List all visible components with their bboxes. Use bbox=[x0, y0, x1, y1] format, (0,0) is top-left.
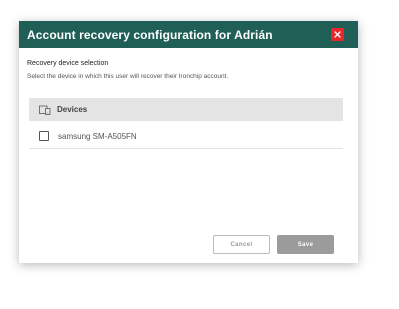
dialog-header: Account recovery configuration for Adriá… bbox=[19, 21, 358, 48]
devices-header-label: Devices bbox=[57, 105, 88, 114]
section-description: Select the device in which this user wil… bbox=[27, 73, 229, 80]
section-title: Recovery device selection bbox=[27, 60, 109, 67]
close-button[interactable] bbox=[331, 28, 344, 41]
devices-icon bbox=[39, 105, 51, 115]
device-checkbox[interactable] bbox=[39, 131, 49, 141]
recovery-dialog: Account recovery configuration for Adriá… bbox=[19, 21, 358, 263]
cancel-button[interactable]: Cancel bbox=[213, 235, 270, 254]
device-label: samsung SM-A505FN bbox=[58, 131, 137, 141]
device-row[interactable]: samsung SM-A505FN bbox=[29, 124, 343, 149]
devices-table-header: Devices bbox=[29, 98, 343, 121]
close-icon bbox=[334, 31, 341, 38]
save-button[interactable]: Save bbox=[277, 235, 334, 254]
dialog-title: Account recovery configuration for Adriá… bbox=[27, 28, 273, 42]
